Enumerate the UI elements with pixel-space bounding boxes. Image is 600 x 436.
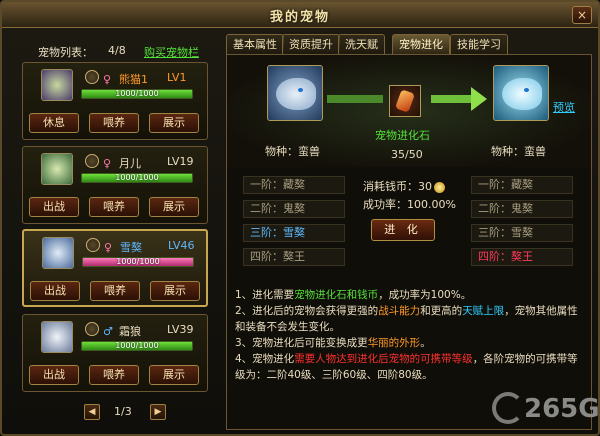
pet-list-pager: ◀ 1/3 ▶ bbox=[84, 404, 174, 422]
pet-card-1[interactable]: ♀ 月儿 LV19 1000/1000 出战 喂养 展示 bbox=[22, 146, 208, 224]
close-button[interactable]: × bbox=[572, 6, 592, 24]
pet-name: 霜狼 bbox=[119, 325, 141, 338]
stage-left-2: 二阶：鬼獒 bbox=[243, 200, 345, 218]
success-rate-line: 成功率：100.00% bbox=[363, 196, 456, 212]
pet-name: 月儿 bbox=[119, 157, 141, 170]
evolution-description: 1、进化需要宠物进化石和钱币，成功率为100%。 2、进化后的宠物会获得更强的战… bbox=[235, 287, 583, 383]
pet-status-icon bbox=[85, 322, 99, 336]
pet-name: 雪獒 bbox=[120, 241, 142, 254]
show-button[interactable]: 展示 bbox=[149, 197, 199, 217]
pet-hp-bar: 1000/1000 bbox=[81, 89, 193, 99]
gender-icon: ♀ bbox=[104, 241, 113, 254]
pet-status-icon bbox=[85, 70, 99, 84]
stage-right-1: 一阶：藏獒 bbox=[471, 176, 573, 194]
pet-list-header: 宠物列表： 4/8 购买宠物栏 bbox=[24, 42, 210, 60]
pet-status-icon bbox=[86, 238, 100, 252]
stage-left-4: 四阶：獒王 bbox=[243, 248, 345, 266]
pet-avatar bbox=[41, 321, 73, 353]
pet-hp-bar: 1000/1000 bbox=[81, 173, 193, 183]
pet-window: 我的宠物 × 宠物列表： 4/8 购买宠物栏 ♀ 熊猫1 LV1 1000/10… bbox=[0, 0, 600, 436]
current-species: 物种：蛮兽 bbox=[265, 145, 320, 158]
feed-button[interactable]: 喂养 bbox=[89, 197, 139, 217]
evolution-panel: 物种：蛮兽 宠物进化石 35/50 物种：蛮兽 预览 一阶：藏獒 二阶：鬼獒 三… bbox=[226, 54, 592, 430]
pet-list-panel: 宠物列表： 4/8 购买宠物栏 ♀ 熊猫1 LV1 1000/1000 休息 喂… bbox=[14, 38, 210, 428]
rate-label: 成功率： bbox=[363, 198, 407, 211]
stage-right-4-target: 四阶：獒王 bbox=[471, 248, 573, 266]
rate-value: 100.00% bbox=[407, 198, 456, 211]
pet-level: LV19 bbox=[167, 155, 194, 168]
tab-reroll-talent[interactable]: 洗天赋 bbox=[338, 34, 385, 54]
site-watermark-logo: 265G bbox=[492, 388, 600, 432]
pet-hp-bar: 1000/1000 bbox=[81, 341, 193, 351]
preview-link[interactable]: 预览 bbox=[553, 99, 575, 115]
stage-right-3: 三阶：雪獒 bbox=[471, 224, 573, 242]
page-indicator: 1/3 bbox=[114, 405, 132, 418]
pet-count: 4/8 bbox=[108, 44, 126, 57]
current-pet-image bbox=[267, 65, 323, 121]
feed-button[interactable]: 喂养 bbox=[90, 281, 140, 301]
stage-left-3-current: 三阶：雪獒 bbox=[243, 224, 345, 242]
pet-level: LV1 bbox=[167, 71, 187, 84]
pet-avatar bbox=[41, 69, 73, 101]
evolution-display: 物种：蛮兽 宠物进化石 35/50 物种：蛮兽 预览 bbox=[227, 55, 591, 167]
deploy-button[interactable]: 出战 bbox=[29, 365, 79, 385]
evolved-species: 物种：蛮兽 bbox=[491, 145, 546, 158]
gender-icon: ♂ bbox=[103, 325, 113, 338]
pet-hp-text: 1000/1000 bbox=[115, 173, 159, 182]
cost-value: 30 bbox=[418, 180, 432, 193]
desc-line-4: 4、宠物进化需要人物达到进化后宠物的可携带等级，各阶宠物的可携带等级为：二阶40… bbox=[235, 353, 578, 381]
cost-label: 消耗钱币： bbox=[363, 180, 418, 193]
tab-pet-evolution[interactable]: 宠物进化 bbox=[392, 34, 450, 54]
pet-hp-text: 1000/1000 bbox=[116, 257, 160, 266]
tab-skill-learning[interactable]: 技能学习 bbox=[450, 34, 508, 54]
watermark-text: 265G bbox=[524, 394, 600, 424]
pet-status-icon bbox=[85, 154, 99, 168]
show-button[interactable]: 展示 bbox=[149, 365, 199, 385]
next-page-button[interactable]: ▶ bbox=[150, 404, 166, 420]
window-title: 我的宠物 bbox=[269, 10, 330, 25]
coin-icon bbox=[434, 181, 445, 193]
desc-line-1: 1、进化需要宠物进化石和钱币，成功率为100%。 bbox=[235, 289, 472, 301]
pet-card-0[interactable]: ♀ 熊猫1 LV1 1000/1000 休息 喂养 展示 bbox=[22, 62, 208, 140]
pet-avatar bbox=[41, 153, 73, 185]
desc-line-2: 2、进化后的宠物会获得更强的战斗能力和更高的天赋上限，宠物其他属性和装备不会发生… bbox=[235, 305, 578, 333]
pet-card-2-selected[interactable]: ♀ 雪獒 LV46 1000/1000 出战 喂养 展示 bbox=[22, 229, 208, 307]
pet-list-label: 宠物列表： bbox=[38, 46, 93, 59]
evolve-button[interactable]: 进 化 bbox=[371, 219, 435, 241]
pet-name: 熊猫1 bbox=[119, 73, 148, 86]
pet-card-3[interactable]: ♂ 霜狼 LV39 1000/1000 出战 喂养 展示 bbox=[22, 314, 208, 392]
stage-left-1: 一阶：藏獒 bbox=[243, 176, 345, 194]
swirl-logo-icon bbox=[492, 392, 524, 424]
evolution-stone-name: 宠物进化石 bbox=[375, 129, 430, 142]
deploy-button[interactable]: 出战 bbox=[30, 281, 80, 301]
buy-pet-slot-link[interactable]: 购买宠物栏 bbox=[144, 44, 199, 60]
evolution-stone-icon bbox=[389, 85, 421, 117]
feed-button[interactable]: 喂养 bbox=[89, 365, 139, 385]
rest-button[interactable]: 休息 bbox=[29, 113, 79, 133]
pet-avatar bbox=[42, 237, 74, 269]
evolved-pet-image bbox=[493, 65, 549, 121]
pet-level: LV46 bbox=[168, 239, 195, 252]
cost-line: 消耗钱币：30 bbox=[363, 178, 445, 194]
pet-hp-text: 1000/1000 bbox=[115, 341, 159, 350]
deploy-button[interactable]: 出战 bbox=[29, 197, 79, 217]
gender-icon: ♀ bbox=[103, 73, 112, 86]
pet-level: LV39 bbox=[167, 323, 194, 336]
stage-right-2: 二阶：鬼獒 bbox=[471, 200, 573, 218]
gender-icon: ♀ bbox=[103, 157, 112, 170]
tab-aptitude-boost[interactable]: 资质提升 bbox=[282, 34, 340, 54]
evolution-stone-count: 35/50 bbox=[391, 148, 423, 161]
desc-line-3: 3、宠物进化后可能变换成更华丽的外形。 bbox=[235, 337, 431, 349]
show-button[interactable]: 展示 bbox=[149, 113, 199, 133]
pet-hp-bar: 1000/1000 bbox=[82, 257, 194, 267]
feed-button[interactable]: 喂养 bbox=[89, 113, 139, 133]
prev-page-button[interactable]: ◀ bbox=[84, 404, 100, 420]
title-bar: 我的宠物 × bbox=[2, 2, 598, 28]
evolution-stages: 一阶：藏獒 二阶：鬼獒 三阶：雪獒 四阶：獒王 消耗钱币：30 成功率：100.… bbox=[227, 168, 591, 278]
tab-basic-attributes[interactable]: 基本属性 bbox=[226, 34, 284, 54]
pet-hp-text: 1000/1000 bbox=[115, 89, 159, 98]
show-button[interactable]: 展示 bbox=[150, 281, 200, 301]
